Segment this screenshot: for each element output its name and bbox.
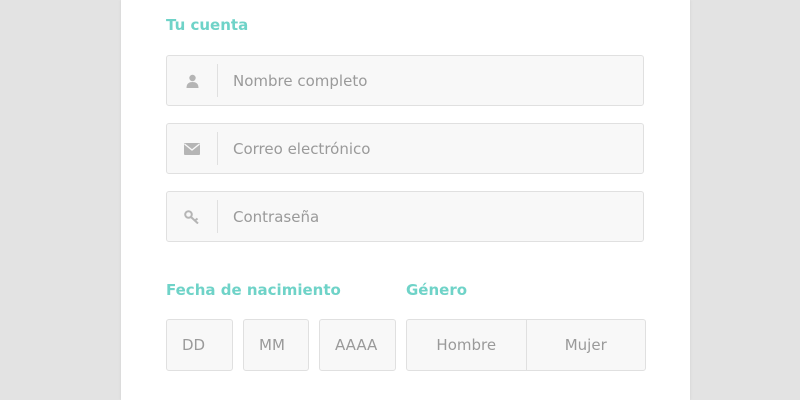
user-icon <box>167 64 218 97</box>
birth-day-field[interactable] <box>166 319 233 371</box>
full-name-input[interactable] <box>218 56 643 105</box>
gender-option-female[interactable]: Mujer <box>525 320 646 370</box>
birth-month-field[interactable] <box>243 319 309 371</box>
birth-day-input[interactable] <box>167 320 232 370</box>
gender-selector: Hombre Mujer <box>406 319 646 371</box>
gender-option-male[interactable]: Hombre <box>407 320 526 370</box>
password-field[interactable] <box>166 191 644 242</box>
birth-year-field[interactable] <box>319 319 396 371</box>
email-input[interactable] <box>218 124 643 173</box>
account-section-title: Tu cuenta <box>166 16 249 34</box>
signup-form-card: Tu cuenta Fecha d <box>121 0 690 400</box>
full-name-field[interactable] <box>166 55 644 106</box>
gender-section-title: Género <box>406 281 468 299</box>
birthdate-section-title: Fecha de nacimiento <box>166 281 341 299</box>
password-input[interactable] <box>218 192 643 241</box>
birth-year-input[interactable] <box>320 320 395 370</box>
envelope-icon <box>167 132 218 165</box>
email-field[interactable] <box>166 123 644 174</box>
key-icon <box>167 200 218 233</box>
birth-month-input[interactable] <box>244 320 308 370</box>
